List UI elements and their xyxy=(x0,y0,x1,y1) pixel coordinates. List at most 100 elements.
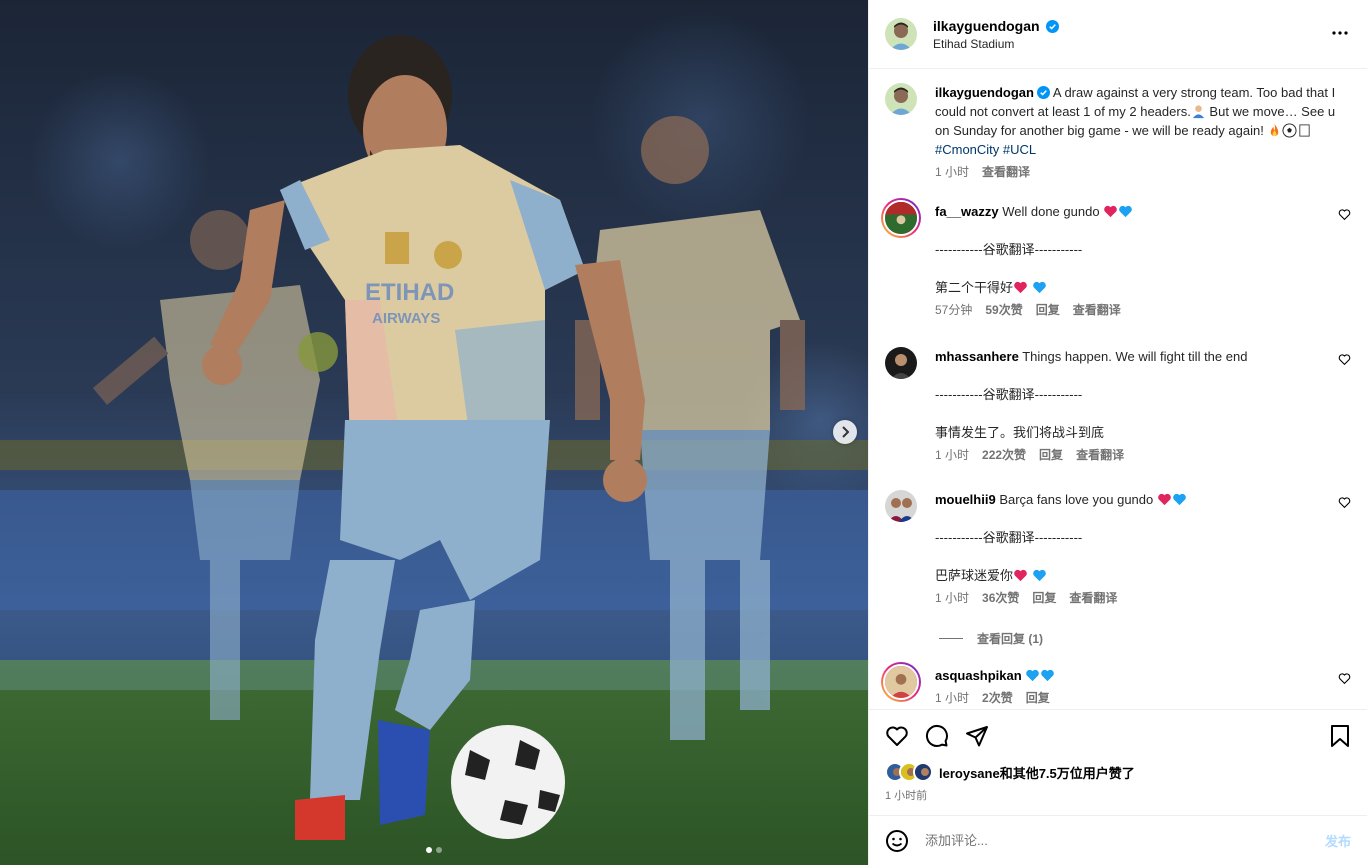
post-header: ilkayguendogan Etihad Stadium xyxy=(869,0,1367,69)
verified-badge-icon xyxy=(1046,19,1060,33)
post-photo: ETIHAD AIRWAYS xyxy=(0,0,868,865)
post-location[interactable]: Etihad Stadium xyxy=(933,37,1059,51)
red-heart-emoji-icon xyxy=(1014,569,1027,582)
comment-text: Well done gundo xyxy=(1002,204,1100,219)
comment-username[interactable]: mouelhii9 xyxy=(935,492,996,507)
comment-username[interactable]: asquashpikan xyxy=(935,668,1022,683)
comment-translation-separator: -----------谷歌翻译----------- xyxy=(935,530,1083,545)
blue-heart-emoji-icon xyxy=(1173,493,1186,506)
paper-plane-icon xyxy=(966,726,988,747)
comment-like-heart-icon[interactable] xyxy=(1338,496,1351,509)
comment-see-translation[interactable]: 查看翻译 xyxy=(1073,301,1121,320)
comments-list[interactable]: ilkayguendogan A draw against a very str… xyxy=(869,69,1367,709)
soccer-ball-emoji-icon xyxy=(1282,123,1297,138)
comment-time[interactable]: 1 小时 xyxy=(935,689,969,708)
post-actions: leroysane和其他7.5万位用户赞了 1 小时前 xyxy=(869,709,1367,815)
comment-item: fa__wazzy Well done gundo -----------谷歌翻… xyxy=(881,198,1351,320)
post-media: ETIHAD AIRWAYS xyxy=(0,0,868,865)
comment-reply-button[interactable]: 回复 xyxy=(1039,446,1063,465)
comment-like-heart-icon[interactable] xyxy=(1338,208,1351,221)
post-side-panel: ilkayguendogan Etihad Stadium ilkayguend… xyxy=(868,0,1367,865)
comment-input[interactable] xyxy=(925,833,1325,848)
comment-like-count[interactable]: 59次赞 xyxy=(985,301,1022,320)
bookmark-icon xyxy=(1331,725,1349,747)
smiley-icon xyxy=(886,829,908,852)
author-avatar[interactable] xyxy=(885,18,917,50)
blue-heart-emoji-icon xyxy=(1041,669,1055,682)
blue-heart-emoji-icon xyxy=(1032,569,1046,582)
comment-username[interactable]: mhassanhere xyxy=(935,349,1019,364)
comment-text: Things happen. We will fight till the en… xyxy=(1022,349,1248,364)
commenter-avatar[interactable] xyxy=(885,490,917,522)
speech-bubble-icon xyxy=(925,724,948,747)
comment-time[interactable]: 57分钟 xyxy=(935,301,972,320)
commenter-avatar[interactable] xyxy=(881,198,921,238)
comment-reply-button[interactable]: 回复 xyxy=(1036,301,1060,320)
svg-text:ETIHAD: ETIHAD xyxy=(365,279,454,306)
hashtag-ucl[interactable]: #UCL xyxy=(1003,142,1036,157)
more-horizontal-icon xyxy=(1332,31,1348,35)
red-heart-emoji-icon xyxy=(1014,281,1027,294)
blue-heart-emoji-icon xyxy=(1119,205,1133,218)
replies-divider xyxy=(939,638,963,639)
post-comment-button[interactable]: 发布 xyxy=(1325,831,1351,850)
liker-avatar xyxy=(913,762,933,782)
caption-time[interactable]: 1 小时 xyxy=(935,163,969,182)
comment-like-count[interactable]: 36次赞 xyxy=(982,589,1019,608)
fire-emoji-icon xyxy=(1271,123,1279,137)
comment-time[interactable]: 1 小时 xyxy=(935,446,969,465)
comment-composer: 发布 xyxy=(869,815,1367,865)
red-heart-emoji-icon xyxy=(1104,205,1118,218)
comment-item: mouelhii9 Barça fans love you gundo ----… xyxy=(885,490,1351,608)
blue-heart-emoji-icon xyxy=(1032,281,1046,294)
share-button[interactable] xyxy=(965,724,989,748)
more-options-button[interactable] xyxy=(1331,24,1349,45)
comment-see-translation[interactable]: 查看翻译 xyxy=(1076,446,1124,465)
post-caption: ilkayguendogan A draw against a very str… xyxy=(885,83,1351,182)
comment-translation: 巴萨球迷爱你 xyxy=(935,568,1014,583)
post-timestamp[interactable]: 1 小时前 xyxy=(885,787,1351,803)
emoji-picker-button[interactable] xyxy=(885,829,909,853)
comment-reply-button[interactable]: 回复 xyxy=(1026,689,1050,708)
comment-time[interactable]: 1 小时 xyxy=(935,589,969,608)
caption-see-translation[interactable]: 查看翻译 xyxy=(982,163,1030,182)
view-replies-label: 查看回复 (1) xyxy=(977,632,1044,646)
post-dialog: ETIHAD AIRWAYS ilkayguendogan Etihad Sta… xyxy=(0,0,1367,865)
commenter-avatar[interactable] xyxy=(881,662,921,702)
comment-reply-button[interactable]: 回复 xyxy=(1032,589,1056,608)
comment-text: Barça fans love you gundo xyxy=(999,492,1154,507)
author-username[interactable]: ilkayguendogan xyxy=(933,18,1040,34)
comment-see-translation[interactable]: 查看翻译 xyxy=(1069,589,1117,608)
chevron-right-icon xyxy=(842,426,850,438)
like-button[interactable] xyxy=(885,724,909,748)
comment-like-heart-icon[interactable] xyxy=(1338,353,1351,366)
comment-like-heart-icon[interactable] xyxy=(1338,672,1351,685)
svg-text:AIRWAYS: AIRWAYS xyxy=(372,310,440,327)
comment-like-count[interactable]: 2次赞 xyxy=(982,689,1013,708)
red-heart-emoji-icon xyxy=(1158,493,1171,506)
carousel-next-button[interactable] xyxy=(833,420,857,444)
comment-item: mhassanhere Things happen. We will fight… xyxy=(885,347,1351,465)
carousel-dot-1 xyxy=(426,847,432,853)
verified-badge-icon xyxy=(1036,86,1050,99)
author-avatar-small[interactable] xyxy=(885,83,917,115)
carousel-indicator xyxy=(0,847,868,853)
comment-translation: 事情发生了。我们将战斗到底 xyxy=(935,425,1105,440)
commenter-avatar[interactable] xyxy=(885,347,917,379)
person-shrugging-emoji-icon xyxy=(1192,105,1204,119)
comment-button[interactable] xyxy=(925,724,949,748)
caption-username[interactable]: ilkayguendogan xyxy=(935,85,1034,100)
heart-icon xyxy=(886,726,908,746)
comment-username[interactable]: fa__wazzy xyxy=(935,204,999,219)
hashtag-cmoncity[interactable]: #CmonCity xyxy=(935,142,999,157)
comment-like-count[interactable]: 222次赞 xyxy=(982,446,1026,465)
comment-translation-separator: -----------谷歌翻译----------- xyxy=(935,242,1083,257)
view-replies-button[interactable]: 查看回复 (1) xyxy=(939,630,1043,647)
comment-translation-separator: -----------谷歌翻译----------- xyxy=(935,387,1083,402)
comment-translation: 第二个干得好 xyxy=(935,280,1014,295)
comment-item: asquashpikan 1 小时 2次赞 回复 xyxy=(881,662,1351,708)
save-button[interactable] xyxy=(1329,724,1351,748)
blue-heart-emoji-icon xyxy=(1026,669,1040,682)
likes-summary[interactable]: leroysane和其他7.5万位用户赞了 xyxy=(885,762,1351,782)
missing-glyph-icon xyxy=(1299,124,1311,137)
